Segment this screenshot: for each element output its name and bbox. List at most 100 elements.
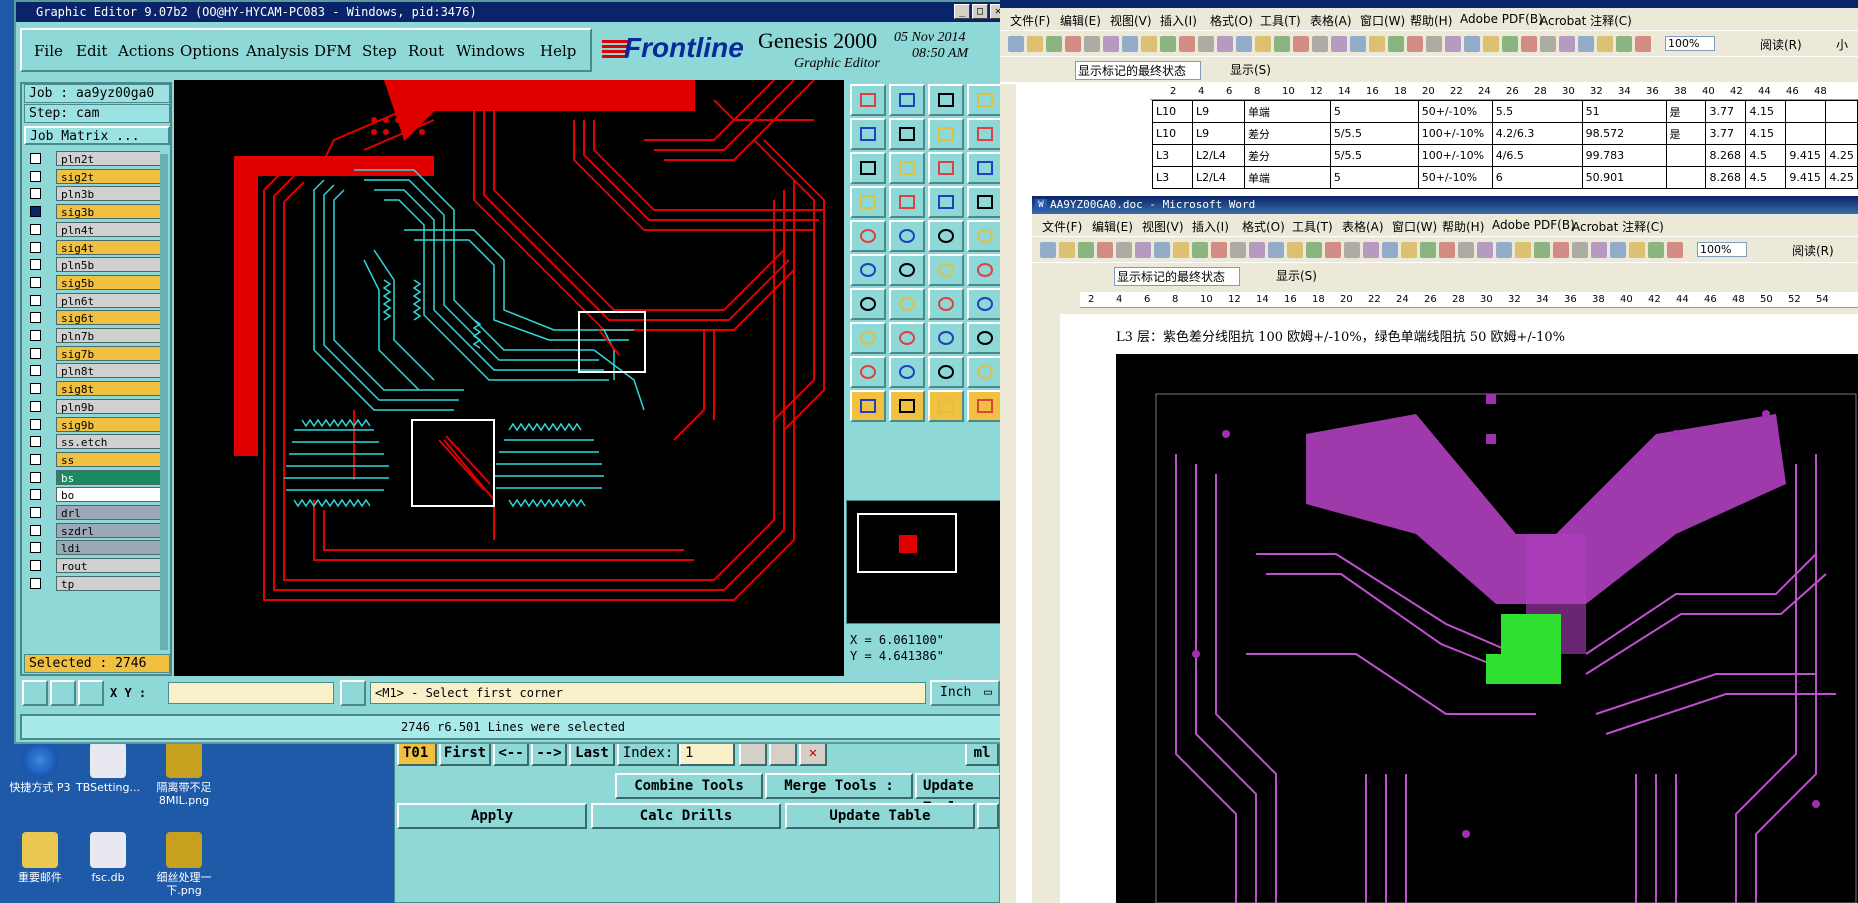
word-menu-item[interactable]: 插入(I) — [1160, 12, 1197, 29]
layer-name[interactable]: bs — [56, 469, 160, 485]
layer-checkbox[interactable] — [30, 436, 41, 448]
word-menu-item[interactable]: Adobe PDF(B) — [1492, 218, 1575, 232]
grid-icon[interactable] — [78, 680, 104, 706]
layer-row[interactable]: drl — [26, 504, 160, 521]
word-menu-item[interactable]: 工具(T) — [1260, 12, 1301, 29]
table-cell[interactable]: 5 — [1329, 100, 1419, 123]
xy-input[interactable] — [168, 682, 334, 704]
layer-checkbox[interactable] — [30, 276, 41, 288]
layer-checkbox[interactable] — [30, 489, 41, 501]
layer-row[interactable]: tp — [26, 575, 160, 592]
toolbar-icon[interactable] — [1008, 36, 1024, 52]
tool-button-4-2[interactable] — [928, 220, 964, 252]
tool-button-5-2[interactable] — [928, 254, 964, 286]
tool-button-0-1[interactable] — [889, 84, 925, 116]
table-cell[interactable]: 是 — [1665, 122, 1707, 145]
toolbar-icon[interactable] — [1591, 242, 1607, 258]
tool-button-6-3[interactable] — [967, 288, 1003, 320]
word-menu-item[interactable]: 插入(I) — [1192, 218, 1229, 235]
layer-name[interactable]: sig5b — [56, 274, 160, 290]
table-cell[interactable]: L10 — [1152, 122, 1193, 145]
toolbar-icon[interactable] — [1249, 242, 1265, 258]
toolbar-icon[interactable] — [1198, 36, 1214, 52]
zoom-value[interactable]: 100% — [1665, 36, 1715, 51]
toolbar-icon[interactable] — [1255, 36, 1271, 52]
table-cell[interactable]: 4.15 — [1745, 122, 1787, 145]
track-select[interactable]: 显示标记的最终状态 — [1114, 267, 1241, 286]
tool-button-1-0[interactable] — [850, 118, 886, 150]
layer-row[interactable]: pln7b — [26, 327, 160, 344]
tool-button-5-1[interactable] — [889, 254, 925, 286]
tool-button-3-3[interactable] — [967, 186, 1003, 218]
layer-checkbox[interactable] — [30, 153, 41, 164]
tool-button-4-1[interactable] — [889, 220, 925, 252]
table-cell[interactable]: L9 — [1191, 122, 1245, 145]
layer-name[interactable]: pln8t — [56, 363, 160, 379]
table-cell[interactable]: 5/5.5 — [1329, 144, 1419, 167]
table-cell[interactable]: 是 — [1665, 100, 1707, 123]
table-cell[interactable]: 4.2/6.3 — [1491, 122, 1583, 145]
toolbar-icon[interactable] — [1306, 242, 1322, 258]
tool-button-7-3[interactable] — [967, 322, 1003, 354]
table-cell[interactable]: 100+/-10% — [1417, 122, 1493, 145]
layer-checkbox[interactable] — [30, 400, 41, 412]
table-cell[interactable]: 5 — [1329, 166, 1419, 189]
layer-name[interactable]: sig2t — [56, 168, 160, 184]
table-cell[interactable]: 5/5.5 — [1329, 122, 1419, 145]
word-menu-item[interactable]: 窗口(W) — [1360, 12, 1405, 29]
toolbar-icon[interactable] — [1065, 36, 1081, 52]
layer-checkbox[interactable] — [30, 471, 41, 483]
layer-checkbox[interactable] — [30, 577, 41, 589]
layer-checkbox[interactable] — [30, 223, 41, 235]
tool-button-0-0[interactable] — [850, 84, 886, 116]
table-cell[interactable]: 9.415 — [1785, 166, 1827, 189]
layer-name[interactable]: pln5b — [56, 257, 160, 273]
tool-button-1-1[interactable] — [889, 118, 925, 150]
toolbar-icon[interactable] — [1312, 36, 1328, 52]
toolbar-icon[interactable] — [1027, 36, 1043, 52]
word-menu-item[interactable]: Acrobat 注释(C) — [1572, 218, 1664, 235]
job-matrix-button[interactable]: Job Matrix ... — [24, 126, 170, 145]
layer-row[interactable]: ldi — [26, 539, 160, 556]
layer-name[interactable]: sig3b — [56, 204, 160, 220]
toolbar-icon[interactable] — [1407, 36, 1423, 52]
tool-button-8-3[interactable] — [967, 356, 1003, 388]
layer-row[interactable]: sig3b — [26, 203, 160, 220]
toolbar-icon[interactable] — [1325, 242, 1341, 258]
layer-scrollbar[interactable] — [160, 154, 168, 650]
layer-checkbox[interactable] — [30, 294, 41, 306]
overview-map[interactable] — [846, 500, 1008, 624]
layer-checkbox[interactable] — [30, 542, 41, 554]
table-cell[interactable]: 差分 — [1243, 122, 1331, 145]
layer-checkbox[interactable] — [30, 524, 41, 536]
word-menu-item[interactable]: 视图(V) — [1110, 12, 1152, 29]
word-menu-item[interactable]: 窗口(W) — [1392, 218, 1437, 235]
layer-checkbox[interactable] — [30, 560, 41, 572]
table-cell[interactable]: L3 — [1152, 166, 1193, 189]
layer-row[interactable]: sig8t — [26, 380, 160, 397]
table-cell[interactable]: L9 — [1191, 100, 1245, 123]
show-menu[interactable]: 显示(S) — [1230, 61, 1271, 78]
toolbar-icon[interactable] — [1420, 242, 1436, 258]
toolbar-icon[interactable] — [1268, 242, 1284, 258]
table-cell[interactable]: L2/L4 — [1191, 166, 1245, 189]
table-cell[interactable] — [1785, 122, 1827, 145]
zoom-value[interactable]: 100% — [1697, 242, 1747, 257]
toolbar-icon[interactable] — [1553, 242, 1569, 258]
toolbar-icon[interactable] — [1154, 242, 1170, 258]
tool-button-9-0[interactable] — [850, 390, 886, 422]
menu-file[interactable]: File — [34, 42, 63, 60]
tool-button-7-1[interactable] — [889, 322, 925, 354]
tool-button-7-2[interactable] — [928, 322, 964, 354]
table-cell[interactable]: 50+/-10% — [1417, 166, 1493, 189]
layer-name[interactable]: ss — [56, 451, 160, 467]
table-cell[interactable] — [1665, 166, 1707, 189]
toolbar-icon[interactable] — [1217, 36, 1233, 52]
toolbar-icon[interactable] — [1559, 36, 1575, 52]
layer-row[interactable]: bo — [26, 486, 160, 503]
word-menu-item[interactable]: 编辑(E) — [1060, 12, 1101, 29]
menu-actions[interactable]: Actions — [118, 42, 174, 60]
tool-button-7-0[interactable] — [850, 322, 886, 354]
table-cell[interactable]: 4.15 — [1745, 100, 1787, 123]
word-menu-item[interactable]: 帮助(H) — [1442, 218, 1484, 235]
